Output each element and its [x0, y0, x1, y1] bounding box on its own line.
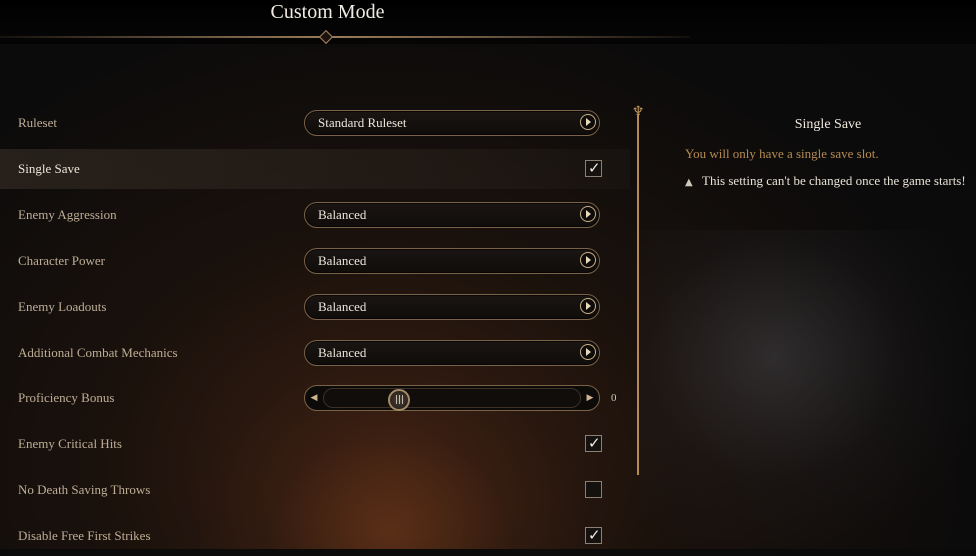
setting-label: Proficiency Bonus: [18, 390, 115, 405]
setting-dropdown[interactable]: Balanced: [304, 202, 600, 228]
setting-checkbox[interactable]: ✓: [585, 526, 602, 544]
setting-label: Additional Combat Mechanics: [18, 345, 178, 360]
setting-row[interactable]: Additional Combat Mechanics Balanced: [0, 333, 630, 373]
dropdown-value: Balanced: [318, 253, 367, 268]
setting-label: Character Power: [18, 253, 105, 268]
setting-checkbox[interactable]: ✓: [585, 159, 602, 177]
setting-row[interactable]: Enemy Aggression Balanced: [0, 195, 630, 235]
page-title: Custom Mode: [270, 1, 385, 23]
setting-checkbox[interactable]: [585, 481, 602, 498]
setting-label: No Death Saving Throws: [18, 482, 151, 497]
setting-row[interactable]: Proficiency Bonus ◀ ||| ▶ 0: [0, 378, 630, 418]
checkmark-icon: ✓: [588, 526, 601, 544]
setting-dropdown[interactable]: Balanced: [304, 248, 600, 274]
setting-row[interactable]: Enemy Loadouts Balanced: [0, 287, 630, 327]
header: Custom Mode: [0, 0, 976, 45]
setting-label: Enemy Aggression: [18, 207, 117, 222]
increase-arrow-icon[interactable]: ▶: [584, 391, 596, 405]
setting-row[interactable]: Character Power Balanced: [0, 241, 630, 281]
detail-warning: ▲ This setting can't be changed once the …: [685, 173, 966, 189]
decrease-arrow-icon[interactable]: ◀: [308, 391, 320, 405]
detail-description: You will only have a single save slot.: [685, 146, 879, 161]
chevron-right-icon[interactable]: [580, 298, 596, 314]
chevron-right-icon[interactable]: [580, 344, 596, 360]
setting-row[interactable]: Disable Free First Strikes ✓: [0, 516, 630, 556]
grip-icon: |||: [395, 395, 405, 405]
slider-thumb[interactable]: |||: [388, 389, 410, 411]
setting-label: Enemy Loadouts: [18, 299, 107, 314]
dropdown-value: Balanced: [318, 299, 367, 314]
dropdown-value: Balanced: [318, 345, 367, 360]
setting-slider[interactable]: ◀ ||| ▶: [304, 385, 600, 411]
checkmark-icon: ✓: [588, 434, 601, 452]
setting-label: Enemy Critical Hits: [18, 436, 122, 451]
header-divider: [0, 36, 690, 38]
setting-row[interactable]: Ruleset Standard Ruleset: [0, 103, 630, 143]
header-ornament-icon: [318, 29, 334, 45]
setting-dropdown[interactable]: Balanced: [304, 294, 600, 320]
checkmark-icon: ✓: [588, 159, 601, 177]
detail-title: Single Save: [794, 117, 862, 132]
setting-row[interactable]: Enemy Critical Hits ✓: [0, 424, 630, 464]
slider-track[interactable]: |||: [323, 388, 581, 411]
chevron-right-icon[interactable]: [580, 206, 596, 222]
detail-warning-text: This setting can't be changed once the g…: [702, 173, 966, 188]
setting-dropdown[interactable]: Standard Ruleset: [304, 110, 600, 136]
setting-row[interactable]: No Death Saving Throws: [0, 470, 630, 510]
setting-label: Ruleset: [18, 115, 57, 130]
background-rock: [640, 230, 976, 549]
warning-icon: ▲: [685, 177, 693, 188]
dropdown-value: Balanced: [318, 207, 367, 222]
scroll-ornament-icon: ♆: [631, 104, 645, 120]
setting-label: Single Save: [18, 161, 80, 176]
setting-checkbox[interactable]: ✓: [585, 434, 602, 452]
dropdown-value: Standard Ruleset: [318, 115, 407, 130]
setting-row[interactable]: Single Save ✓: [0, 149, 630, 189]
scrollbar[interactable]: [637, 115, 639, 475]
slider-value: 0: [611, 392, 617, 404]
chevron-right-icon[interactable]: [580, 114, 596, 130]
setting-label: Disable Free First Strikes: [18, 528, 151, 543]
chevron-right-icon[interactable]: [580, 252, 596, 268]
setting-dropdown[interactable]: Balanced: [304, 340, 600, 366]
